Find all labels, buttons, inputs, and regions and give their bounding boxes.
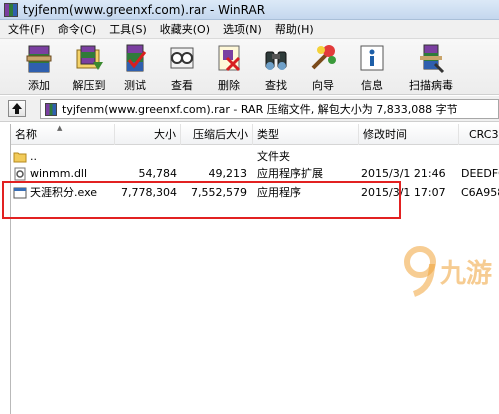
extract-to-icon [76,45,103,70]
scan-virus-button-label: 扫描病毒 [409,79,453,92]
extract-to-button-label: 解压到 [72,79,106,92]
window-title: tyjfenm(www.greenxf.com).rar - WinRAR [23,2,266,17]
find-icon [265,51,287,70]
add-button-label: 添加 [28,79,50,92]
view-button[interactable]: 查看 [157,41,207,93]
menu-tools[interactable]: 工具(S) [104,21,152,37]
archive-path-text: tyjfenm(www.greenxf.com).rar - RAR 压缩文件,… [62,103,458,116]
menu-favorites[interactable]: 收藏夹(O) [155,21,215,37]
winrar-app-icon [4,2,18,17]
file-crc: DEEDFC... [461,167,499,180]
toolbar: 添加 解压到 测试 查看 删除 查找 向导 信息 扫描病毒 [0,39,499,95]
info-button-label: 信息 [361,79,383,92]
view-icon [170,47,194,69]
wizard-icon [311,45,336,70]
column-header-crc[interactable]: CRC32 [459,124,499,145]
menu-options[interactable]: 选项(N) [218,21,267,37]
file-row-exe[interactable]: 天涯积分.exe 7,778,304 7,552,579 应用程序 2015/3… [11,184,499,201]
find-button[interactable]: 查找 [251,41,301,93]
dll-file-icon [14,167,26,180]
up-arrow-icon [12,103,22,114]
test-button[interactable]: 测试 [110,41,160,93]
up-folder-button[interactable] [8,100,26,117]
file-name: .. [30,150,37,163]
file-modified: 2015/3/1 21:46 [361,167,446,180]
extract-to-button[interactable]: 解压到 [64,41,114,93]
column-header-packed[interactable]: 压缩后大小 [181,124,253,145]
menu-help[interactable]: 帮助(H) [270,21,319,37]
nine-games-logo-icon: 九游 [404,246,492,297]
exe-file-icon [13,187,27,198]
delete-icon [218,45,241,72]
file-name: 天涯积分.exe [30,186,98,199]
column-header-size[interactable]: 大小 [115,124,181,145]
file-packed-size: 7,552,579 [191,186,247,199]
delete-button-label: 删除 [218,79,240,92]
file-crc: C6A958E5 [461,186,499,199]
column-header-modified[interactable]: 修改时间 [359,124,459,145]
file-type: 应用程序扩展 [257,167,323,180]
file-name-cell: .. [13,148,113,165]
wizard-button-label: 向导 [312,79,334,92]
test-icon [126,44,147,72]
menu-commands[interactable]: 命令(C) [53,21,101,37]
add-archive-icon [26,45,52,73]
scan-virus-icon [420,44,445,74]
file-row-winmm-dll[interactable]: winmm.dll 54,784 49,213 应用程序扩展 2015/3/1 … [11,165,499,182]
menu-file[interactable]: 文件(F) [3,21,50,37]
watermark-text: 九游 [439,259,492,289]
file-packed-size: 49,213 [208,167,248,180]
column-header-type[interactable]: 类型 [253,124,359,145]
scan-virus-button[interactable]: 扫描病毒 [400,41,462,93]
folder-icon [13,152,27,162]
file-name: winmm.dll [30,167,88,180]
column-header-name[interactable]: 名称 [11,124,115,145]
file-size: 54,784 [138,167,178,180]
file-row-parent[interactable]: .. 文件夹 [11,148,499,165]
address-bar: tyjfenm(www.greenxf.com).rar - RAR 压缩文件,… [0,96,499,122]
info-button[interactable]: 信息 [347,41,397,93]
test-button-label: 测试 [124,79,146,92]
wizard-button[interactable]: 向导 [298,41,348,93]
file-list-header: ▲ 名称 大小 压缩后大小 类型 修改时间 CRC32 [11,124,499,145]
file-name-cell: 天涯积分.exe [13,184,113,201]
title-bar: tyjfenm(www.greenxf.com).rar - WinRAR [0,0,499,20]
menu-bar: 文件(F) 命令(C) 工具(S) 收藏夹(O) 选项(N) 帮助(H) [0,20,499,39]
archive-path-field[interactable]: tyjfenm(www.greenxf.com).rar - RAR 压缩文件,… [40,99,499,119]
add-button[interactable]: 添加 [14,41,64,93]
file-type: 文件夹 [257,150,290,163]
delete-button[interactable]: 删除 [204,41,254,93]
rar-archive-icon [45,102,57,116]
watermark-logo: 九游 [402,238,497,300]
find-button-label: 查找 [265,79,287,92]
file-name-cell: winmm.dll [13,165,113,182]
file-type: 应用程序 [257,186,301,199]
view-button-label: 查看 [171,79,193,92]
file-size: 7,778,304 [121,186,177,199]
file-modified: 2015/3/1 17:07 [361,186,446,199]
info-icon [360,45,384,71]
